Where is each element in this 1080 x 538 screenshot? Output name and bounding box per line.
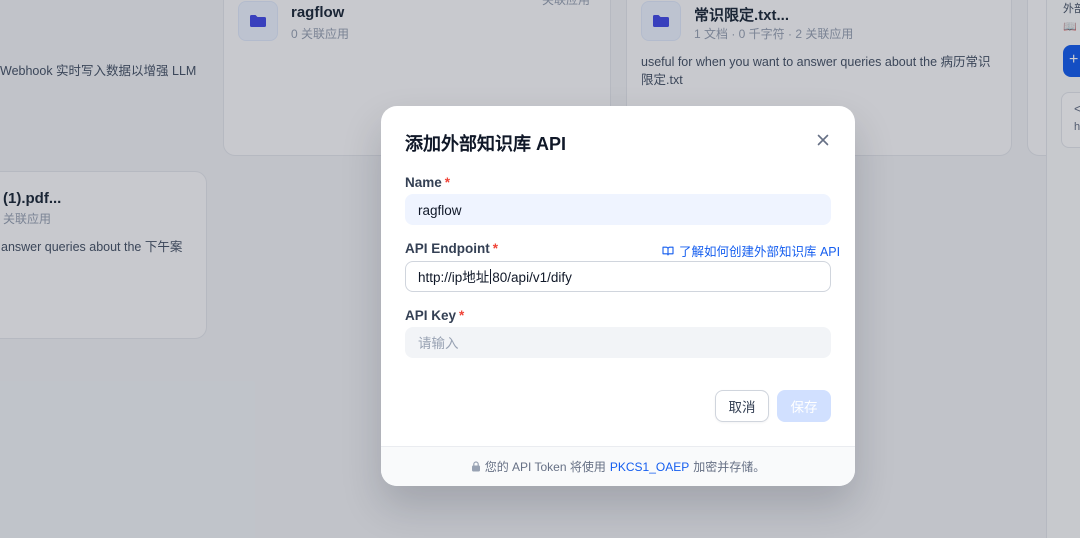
required-mark: * (444, 175, 451, 190)
cancel-button[interactable]: 取消 (715, 390, 769, 422)
close-button[interactable] (811, 128, 835, 152)
encryption-method-link[interactable]: PKCS1_OAEP (610, 460, 689, 474)
footer-text-prefix: 您的 API Token 将使用 (484, 460, 606, 474)
book-icon (662, 246, 674, 256)
modal-title: 添加外部知识库 API (405, 134, 567, 154)
close-icon (817, 134, 829, 146)
api-endpoint-input[interactable]: http://ip地址 80/api/v1/dify (405, 261, 831, 292)
api-key-placeholder: 请输入 (418, 336, 459, 351)
help-link-create-api[interactable]: 了解如何创建外部知识库 API (662, 241, 840, 260)
required-mark: * (459, 308, 465, 323)
add-external-api-modal: 添加外部知识库 API Name * ragflow API Endpoint * … (381, 106, 855, 486)
lock-icon (471, 461, 480, 472)
footer-text-suffix: 加密并存储。 (693, 460, 766, 474)
name-input[interactable]: ragflow (405, 194, 831, 225)
required-mark: * (492, 241, 499, 256)
save-button[interactable]: 保存 (777, 390, 831, 422)
api-key-input[interactable]: 请输入 (405, 327, 831, 358)
api-key-label: API Key * (405, 308, 465, 323)
modal-footer: 您的 API Token 将使用 PKCS1_OAEP 加密并存储。 (381, 446, 855, 486)
name-label: Name * (405, 175, 451, 190)
api-endpoint-label: API Endpoint * (405, 241, 499, 256)
